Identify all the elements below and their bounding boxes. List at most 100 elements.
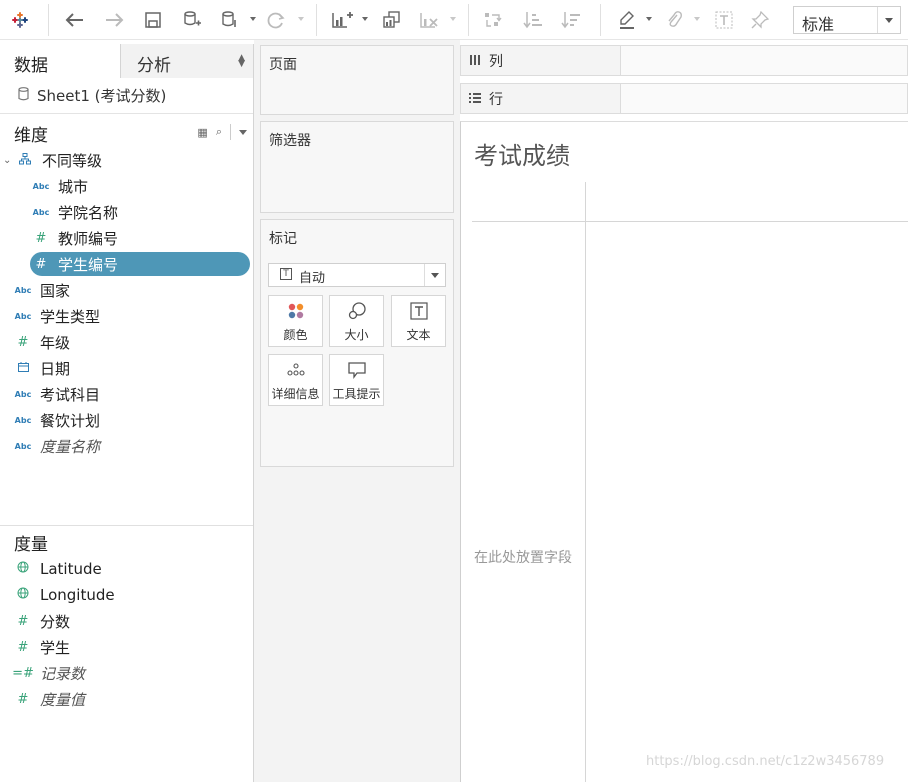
rows-icon [469, 92, 481, 106]
highlight-icon[interactable] [614, 6, 640, 34]
tooltip-button-label: 工具提示 [332, 387, 381, 401]
pages-card-title: 页面 [269, 57, 297, 73]
field-item[interactable]: Abc 餐饮计划 [12, 408, 100, 432]
rows-shelf[interactable]: 行 [460, 83, 908, 114]
field-item[interactable]: Abc 学院名称 [30, 200, 118, 224]
field-item-selected[interactable]: # 学生编号 [30, 252, 250, 276]
sort-descending-icon[interactable] [558, 6, 584, 34]
tab-analytics[interactable]: 分析 ▲ ▼ [120, 44, 253, 78]
field-label: 记录数 [40, 664, 86, 683]
field-item[interactable]: Abc 国家 [12, 278, 70, 302]
hierarchy-item[interactable]: ⌄ 不同等级 [0, 148, 102, 172]
measures-title: 度量 [14, 535, 48, 555]
save-icon[interactable] [142, 6, 164, 34]
field-item[interactable]: # 年级 [12, 330, 70, 354]
new-datasource-icon[interactable] [180, 6, 204, 34]
number-type-icon: # [35, 230, 47, 246]
tooltip-button[interactable]: 工具提示 [329, 354, 384, 406]
pages-card[interactable]: 页面 [260, 45, 454, 115]
tableau-logo-icon[interactable] [8, 6, 32, 34]
chevron-down-icon[interactable]: ⌄ [3, 155, 11, 166]
columns-drop-area[interactable] [621, 46, 907, 75]
datasource-dropdown-caret[interactable] [250, 17, 256, 21]
text-button-label: 文本 [406, 328, 431, 342]
view-horizontal-divider [472, 221, 908, 222]
annotate-dropdown-caret[interactable] [694, 17, 700, 21]
field-item[interactable]: Abc 度量名称 [12, 434, 100, 458]
detail-icon [269, 355, 322, 385]
datasource-item[interactable]: Sheet1 (考试分数) [0, 78, 253, 114]
size-button[interactable]: 大小 [329, 295, 384, 347]
number-type-icon: # [17, 691, 29, 707]
pause-updates-icon[interactable] [218, 6, 240, 34]
clear-dropdown-caret[interactable] [450, 17, 456, 21]
new-worksheet-icon[interactable] [328, 6, 356, 34]
swap-icon[interactable] [480, 6, 506, 34]
undo-icon[interactable] [62, 6, 88, 34]
refresh-dropdown-caret[interactable] [298, 17, 304, 21]
pane-menu-caret-icon[interactable] [239, 129, 247, 135]
redo-icon[interactable] [101, 6, 127, 34]
field-item[interactable]: # 度量值 [12, 687, 85, 711]
rows-drop-area[interactable] [621, 84, 907, 113]
field-label: 学生 [40, 638, 71, 657]
color-button[interactable]: 颜色 [268, 295, 323, 347]
marks-card-title: 标记 [269, 231, 297, 247]
tab-data[interactable]: 数据 [0, 44, 120, 78]
label-icon[interactable] [712, 6, 736, 34]
refresh-icon[interactable] [263, 6, 289, 34]
dimensions-header: 维度 ▦ ⌕ [0, 120, 253, 146]
field-item[interactable]: =# 记录数 [12, 661, 85, 685]
field-item[interactable]: # 分数 [12, 609, 70, 633]
view-data-icon[interactable]: ▦ [197, 126, 207, 139]
size-icon [330, 296, 383, 326]
columns-shelf-label: 列 [489, 53, 503, 70]
search-icon[interactable]: ⌕ [216, 125, 222, 139]
color-button-label: 颜色 [283, 328, 308, 342]
duplicate-icon[interactable] [378, 6, 404, 34]
dimensions-title: 维度 [14, 126, 48, 146]
chevron-down-icon [885, 18, 893, 23]
toolbar-divider [316, 4, 317, 36]
worksheet-title[interactable]: 考试成绩 [474, 136, 570, 171]
rows-shelf-label: 行 [489, 91, 503, 108]
view-size-select[interactable]: 标准 [793, 6, 901, 34]
number-type-icon: # [17, 639, 29, 655]
field-item[interactable]: 日期 [12, 356, 70, 380]
field-item[interactable]: Latitude [12, 557, 102, 581]
sort-updown-icon[interactable]: ▲ ▼ [238, 54, 245, 69]
text-mark-icon: T [280, 268, 292, 280]
field-label: 年级 [40, 333, 71, 352]
field-item[interactable]: # 学生 [12, 635, 70, 659]
field-item[interactable]: Longitude [12, 583, 115, 607]
field-item[interactable]: # 教师编号 [30, 226, 118, 250]
new-worksheet-dropdown-caret[interactable] [362, 17, 368, 21]
sort-ascending-icon[interactable] [520, 6, 546, 34]
field-label: 分数 [40, 612, 71, 631]
field-item[interactable]: Abc 城市 [30, 174, 88, 198]
field-label: 教师编号 [58, 229, 119, 248]
field-label: 国家 [40, 281, 71, 300]
mark-type-value: 自动 [299, 271, 326, 286]
globe-icon [12, 561, 34, 577]
field-label: 餐饮计划 [40, 411, 101, 430]
string-type-icon: Abc [14, 311, 32, 321]
filters-card-title: 筛选器 [269, 133, 311, 149]
clear-icon[interactable] [416, 6, 442, 34]
filters-card[interactable]: 筛选器 [260, 121, 454, 213]
field-item[interactable]: Abc 考试科目 [12, 382, 100, 406]
drop-field-hint[interactable]: 在此处放置字段 [474, 547, 572, 567]
columns-shelf[interactable]: 列 [460, 45, 908, 76]
color-icon [269, 296, 322, 326]
worksheet-view[interactable]: 考试成绩 在此处放置字段 [460, 121, 908, 782]
field-item[interactable]: Abc 学生类型 [12, 304, 100, 328]
text-button[interactable]: 文本 [391, 295, 446, 347]
marks-card: 标记 T 自动 颜色 大小 文本 详细信息 工具提示 [260, 219, 454, 467]
mark-type-select[interactable]: T 自动 [268, 263, 446, 287]
highlight-dropdown-caret[interactable] [646, 17, 652, 21]
detail-button[interactable]: 详细信息 [268, 354, 323, 406]
pin-icon[interactable] [748, 6, 772, 34]
string-type-icon: Abc [14, 441, 32, 451]
annotate-icon[interactable] [662, 6, 686, 34]
size-button-label: 大小 [344, 328, 369, 342]
